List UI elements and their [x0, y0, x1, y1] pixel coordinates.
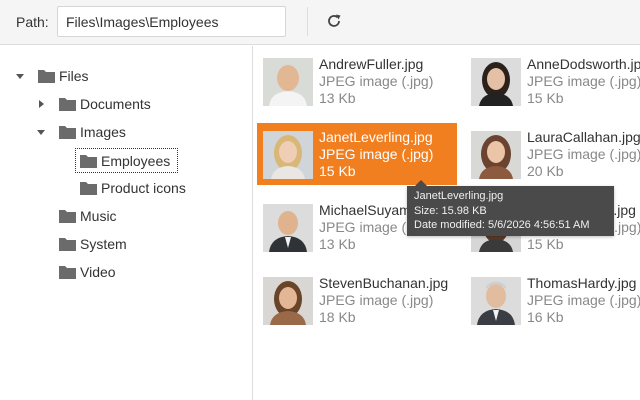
item-size: 13 Kb — [319, 90, 356, 106]
file-item-selected[interactable]: JanetLeverling.jpg JPEG image (.jpg) 15 … — [257, 123, 457, 185]
file-item[interactable]: StevenBuchanan.jpg JPEG image (.jpg) 18 … — [254, 269, 454, 331]
item-size: 15 Kb — [319, 163, 356, 179]
employee-photo — [471, 58, 521, 106]
chevron-right-icon[interactable] — [35, 98, 47, 110]
tree-node-employees[interactable]: Employees — [75, 148, 179, 173]
tree-node-files[interactable]: Files — [14, 65, 93, 87]
folder-icon — [80, 182, 97, 195]
file-item[interactable]: LauraCallahan.jpg JPEG image (.jpg) 20 K… — [462, 123, 640, 185]
chevron-down-icon[interactable] — [14, 70, 26, 82]
tree-node-images[interactable]: Images — [35, 121, 130, 143]
tree-node-label: System — [80, 236, 127, 252]
employee-photo — [263, 204, 313, 252]
refresh-button[interactable] — [319, 7, 349, 35]
item-name: StevenBuchanan.jpg — [319, 275, 449, 291]
tree-node-product-icons[interactable]: Product icons — [80, 177, 190, 199]
item-size: 18 Kb — [319, 309, 356, 325]
employee-photo — [471, 277, 521, 325]
item-name: LauraCallahan.jpg — [527, 129, 640, 145]
tree-node-video[interactable]: Video — [59, 261, 120, 283]
item-type: JPEG image (.jpg) — [527, 73, 640, 89]
folder-icon — [38, 70, 55, 83]
file-item[interactable]: AndrewFuller.jpg JPEG image (.jpg) 13 Kb — [254, 50, 454, 112]
folder-icon — [80, 154, 97, 168]
item-type: JPEG image (.jpg) — [527, 292, 640, 308]
item-name: AndrewFuller.jpg — [319, 56, 424, 72]
tree-node-label: Employees — [101, 152, 171, 169]
item-name: AnneDodsworth.jpg — [527, 56, 640, 72]
tree-node-label: Documents — [80, 96, 151, 112]
folder-tree: Files Documents Images Employees Product… — [0, 46, 253, 400]
folder-icon — [59, 238, 76, 251]
tree-node-documents[interactable]: Documents — [35, 93, 155, 115]
tree-node-label: Images — [80, 124, 126, 140]
tooltip-file-name: JanetLeverling.jpg — [414, 190, 504, 202]
folder-icon — [59, 210, 76, 223]
tree-node-system[interactable]: System — [59, 233, 131, 255]
folder-icon — [59, 98, 76, 111]
file-item[interactable]: ThomasHardy.jpg JPEG image (.jpg) 16 Kb — [462, 269, 640, 331]
toolbar: Path: — [0, 0, 640, 45]
item-size: 16 Kb — [527, 309, 564, 325]
path-input[interactable] — [57, 6, 286, 37]
item-size: 15 Kb — [527, 236, 564, 252]
item-size: 13 Kb — [319, 236, 356, 252]
item-type: JPEG image (.jpg) — [319, 146, 434, 162]
item-type: JPEG image (.jpg) — [319, 292, 434, 308]
toolbar-separator — [307, 7, 308, 36]
file-item[interactable]: AnneDodsworth.jpg JPEG image (.jpg) 15 K… — [462, 50, 640, 112]
tooltip-file-size: Size: 15.98 KB — [414, 204, 487, 217]
tooltip-date-modified: Date modified: 5/6/2026 4:56:51 AM — [414, 219, 590, 231]
tooltip-arrow — [415, 180, 427, 186]
tree-node-label: Product icons — [101, 180, 186, 196]
item-size: 20 Kb — [527, 163, 564, 179]
employee-photo — [263, 58, 313, 106]
tree-node-label: Video — [80, 264, 116, 280]
item-name: ThomasHardy.jpg — [527, 275, 637, 291]
chevron-down-icon[interactable] — [35, 126, 47, 138]
item-type: JPEG image (.jpg) — [527, 146, 640, 162]
tree-node-label: Files — [59, 68, 89, 84]
employee-photo — [471, 131, 521, 179]
folder-icon — [59, 266, 76, 279]
item-type: JPEG image (.jpg) — [319, 73, 434, 89]
item-size: 15 Kb — [527, 90, 564, 106]
file-tooltip: JanetLeverling.jpg Size: 15.98 KB Date m… — [407, 180, 614, 236]
employee-photo — [263, 131, 313, 179]
folder-icon — [59, 126, 76, 139]
refresh-icon — [328, 14, 341, 27]
item-name: JanetLeverling.jpg — [319, 129, 433, 145]
path-label: Path: — [16, 14, 49, 30]
employee-photo — [263, 277, 313, 325]
tree-node-music[interactable]: Music — [59, 205, 121, 227]
tree-node-label: Music — [80, 208, 117, 224]
